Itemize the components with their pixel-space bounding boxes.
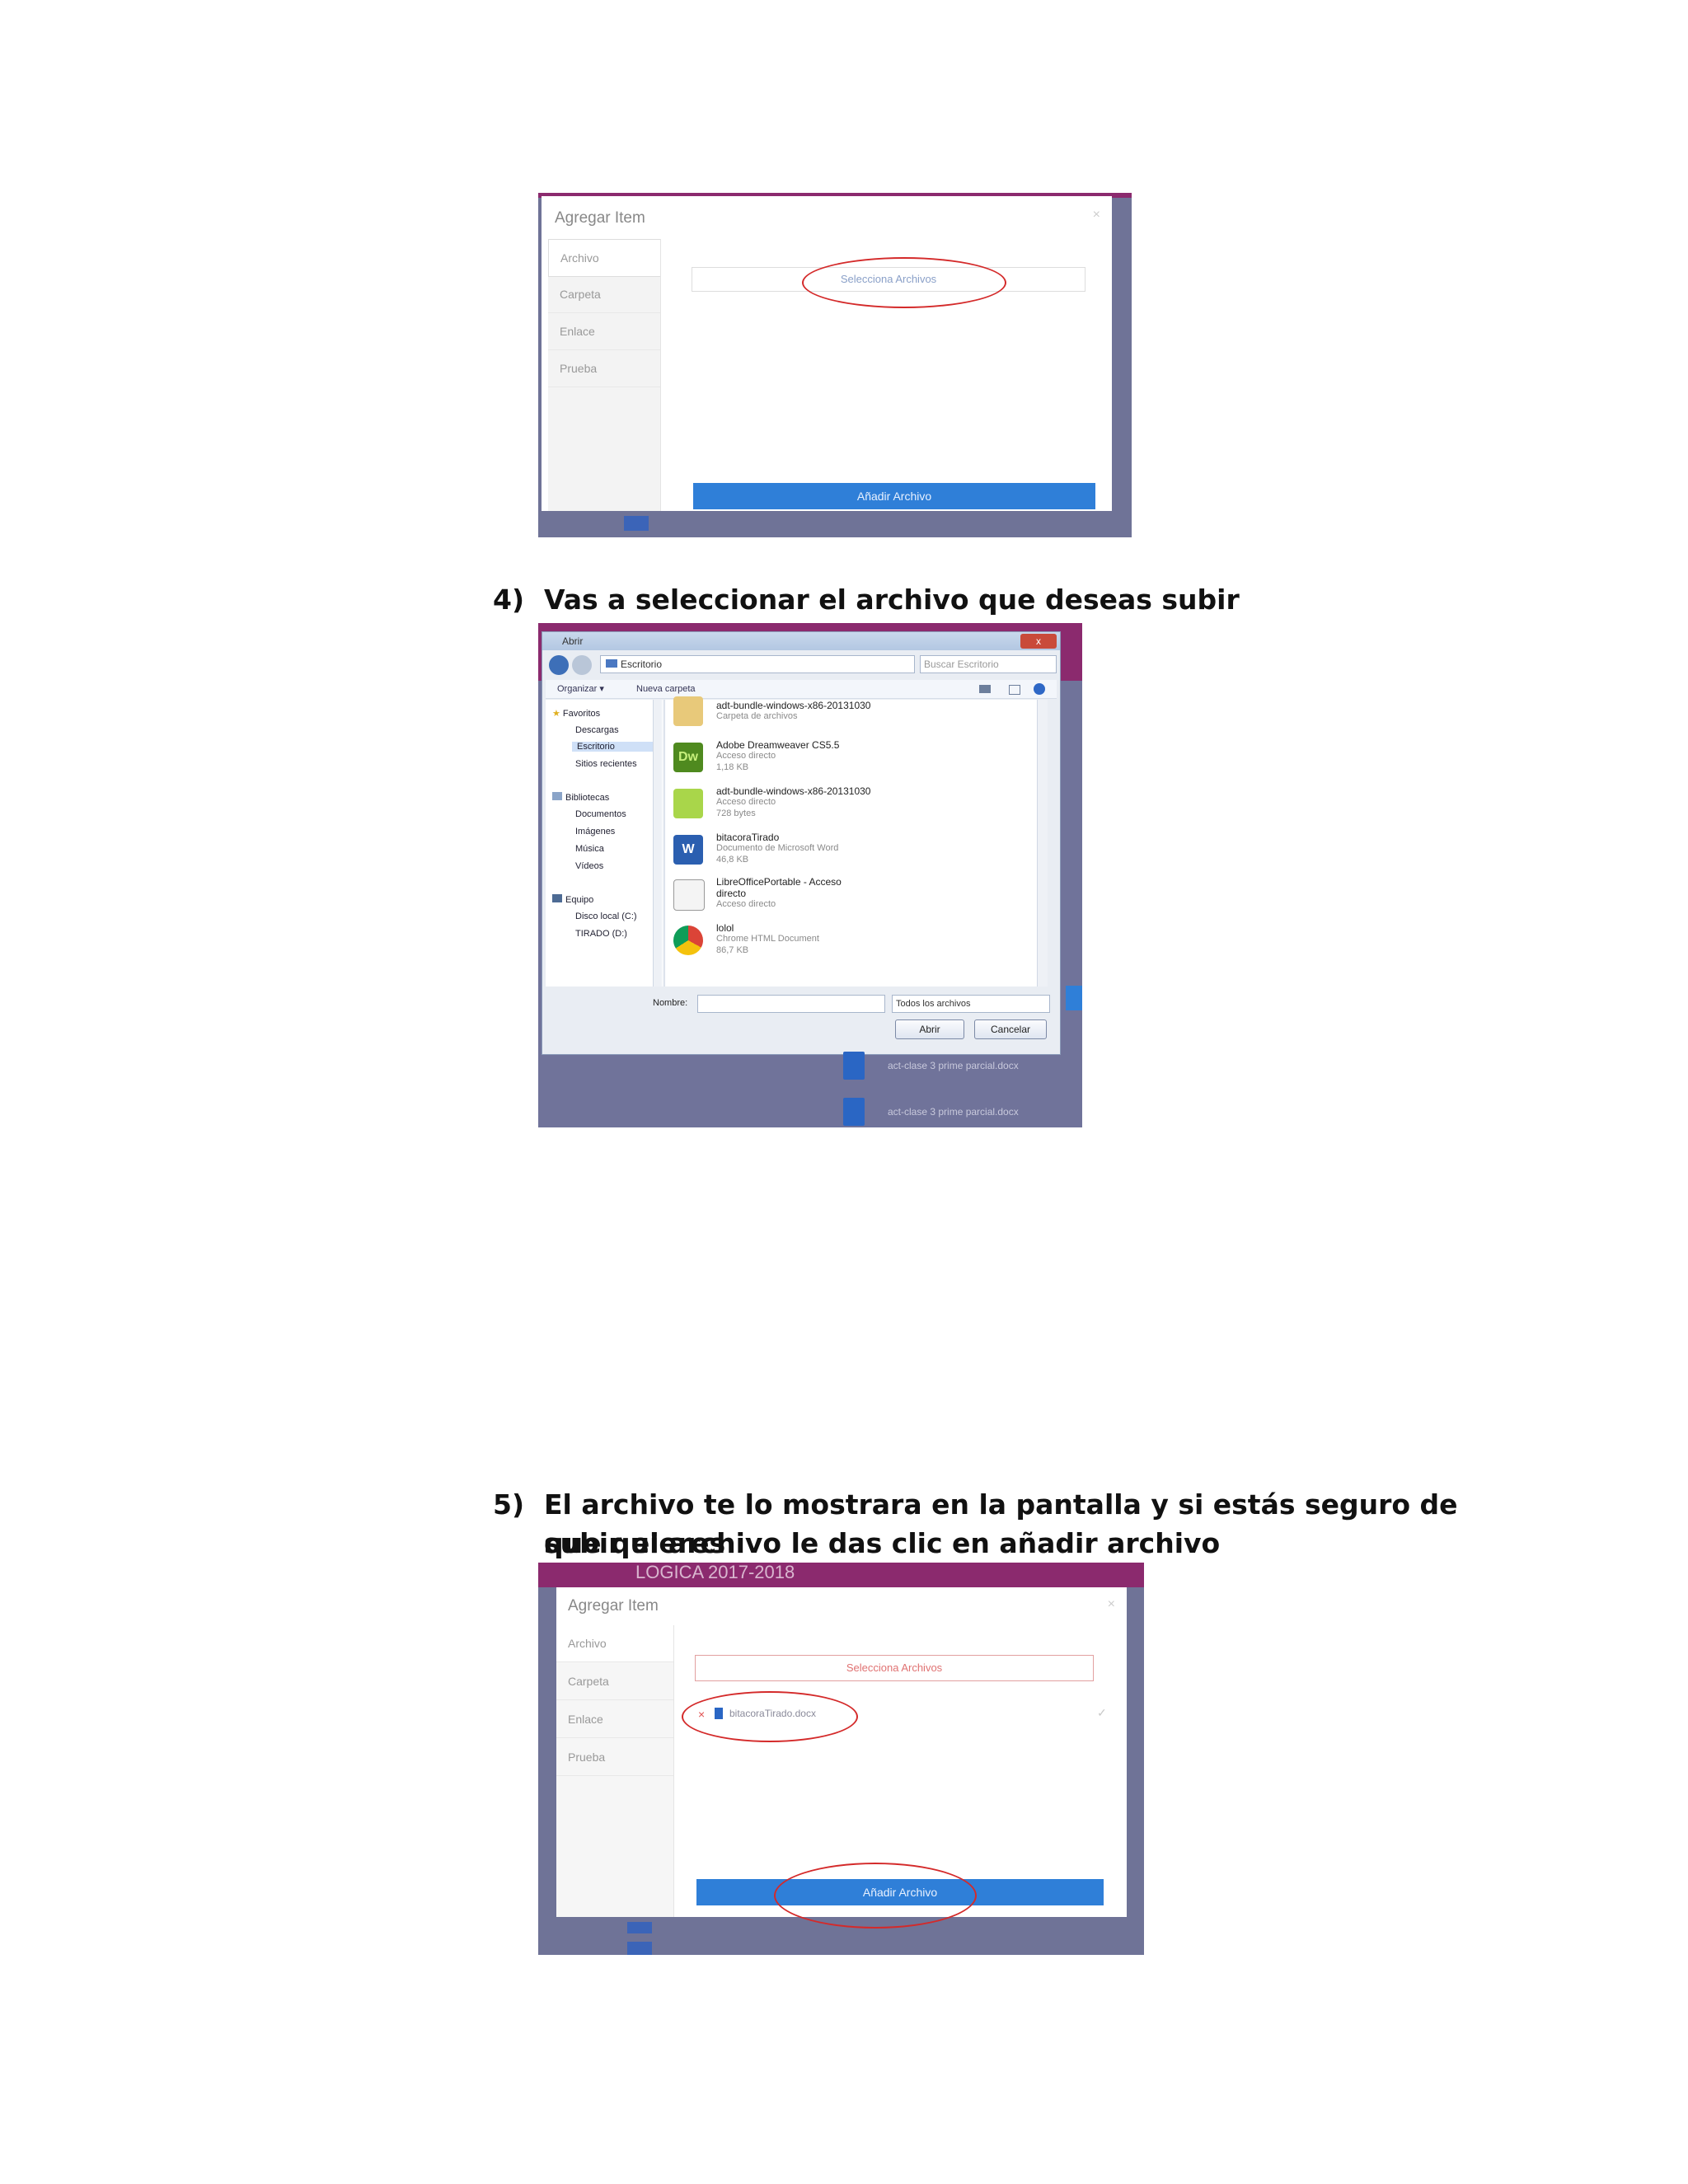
file-row[interactable]: lolol Chrome HTML Document 86,7 KB <box>673 922 1048 965</box>
filename-label: Nombre: <box>653 998 688 1008</box>
annotation-circle <box>682 1691 858 1742</box>
upload-ok-icon: ✓ <box>1097 1706 1107 1719</box>
nav-imagenes[interactable]: Imágenes <box>575 827 615 837</box>
nav-favorites[interactable]: ★ Favoritos <box>552 708 600 719</box>
modal-title: Agregar Item <box>555 209 645 227</box>
chrome-icon <box>673 926 703 955</box>
close-icon[interactable]: × <box>1093 208 1100 223</box>
background-tab <box>627 1922 652 1933</box>
file-row[interactable]: adt-bundle-windows-x86-20131030 Acceso d… <box>673 785 1048 828</box>
preview-icon[interactable] <box>1009 685 1020 695</box>
add-item-modal: Agregar Item × Archivo Carpeta Enlace Pr… <box>542 196 1112 511</box>
nav-videos[interactable]: Vídeos <box>575 861 603 871</box>
zip-folder-icon <box>673 696 703 726</box>
file-row[interactable]: W bitacoraTirado Documento de Microsoft … <box>673 832 1048 874</box>
tab-carpeta[interactable]: Carpeta <box>548 276 660 313</box>
modal-tabs: Archivo Carpeta Enlace Prueba <box>556 1625 674 1917</box>
file-row[interactable]: Dw Adobe Dreamweaver CS5.5 Acceso direct… <box>673 739 1048 782</box>
nav-tirado-drive[interactable]: TIRADO (D:) <box>575 929 627 939</box>
screenshot-open-dialog: Abrir x Escritorio Buscar Escritorio Org… <box>538 623 1082 1127</box>
tab-carpeta[interactable]: Carpeta <box>556 1663 673 1700</box>
nav-disco-local[interactable]: Disco local (C:) <box>575 912 637 921</box>
screenshot-file-selected-modal: LOGICA 2017-2018 Agregar Item × Archivo … <box>538 1563 1144 1955</box>
close-icon[interactable]: × <box>1108 1597 1115 1612</box>
dialog-toolbar: Organizar ▾ Nueva carpeta <box>546 680 1057 699</box>
navigation-pane: ★ Favoritos Descargas Escritorio Sitios … <box>546 700 663 987</box>
background-button <box>1066 986 1082 1010</box>
open-file-dialog: Abrir x Escritorio Buscar Escritorio Org… <box>542 631 1061 1055</box>
tab-prueba[interactable]: Prueba <box>548 350 660 387</box>
word-document-icon: W <box>673 835 703 865</box>
android-shortcut-icon <box>673 789 703 818</box>
document-page: { "screenshot_1": { "modal_title": "Agre… <box>0 0 1688 2184</box>
back-icon[interactable] <box>549 655 569 675</box>
file-list-scrollbar[interactable] <box>1037 700 1048 987</box>
tab-archivo[interactable]: Archivo <box>548 239 660 277</box>
nav-documentos[interactable]: Documentos <box>575 809 626 819</box>
tab-enlace[interactable]: Enlace <box>556 1701 673 1738</box>
modal-tabs: Archivo Carpeta Enlace Prueba <box>548 239 661 511</box>
nav-musica[interactable]: Música <box>575 844 604 854</box>
tab-enlace[interactable]: Enlace <box>548 313 660 350</box>
background-doc-icon <box>843 1098 865 1126</box>
dreamweaver-icon: Dw <box>673 743 703 772</box>
document-shortcut-icon <box>673 879 705 911</box>
star-icon: ★ <box>552 709 563 719</box>
search-input[interactable]: Buscar Escritorio <box>920 655 1057 673</box>
open-button[interactable]: Abrir <box>895 1019 964 1039</box>
nav-scrollbar[interactable] <box>653 700 662 987</box>
library-icon <box>552 792 562 800</box>
computer-icon <box>552 894 562 902</box>
tab-prueba[interactable]: Prueba <box>556 1739 673 1776</box>
help-icon[interactable] <box>1034 683 1045 695</box>
filename-input[interactable] <box>697 995 885 1013</box>
file-row[interactable]: adt-bundle-windows-x86-20131030 Carpeta … <box>673 696 1048 743</box>
nav-descargas[interactable]: Descargas <box>575 725 619 735</box>
screenshot-add-item-modal: Agregar Item × Archivo Carpeta Enlace Pr… <box>538 193 1132 537</box>
forward-icon[interactable] <box>572 655 592 675</box>
background-tab <box>627 1942 652 1955</box>
organize-button[interactable]: Organizar ▾ <box>557 680 604 698</box>
step-text-line-2: subir el archivo le das clic en añadir a… <box>544 1527 1221 1559</box>
course-header: LOGICA 2017-2018 <box>538 1563 1144 1587</box>
annotation-circle <box>802 257 1006 308</box>
nav-bibliotecas[interactable]: Bibliotecas <box>552 792 609 803</box>
select-files-button[interactable]: Selecciona Archivos <box>695 1655 1094 1681</box>
address-text: Escritorio <box>621 658 663 670</box>
step-number: 4) <box>493 583 525 616</box>
file-type-select[interactable]: Todos los archivos <box>892 995 1050 1013</box>
modal-title: Agregar Item <box>568 1597 659 1615</box>
background-file-row: act-clase 3 prime parcial.docx <box>888 1060 1019 1071</box>
new-folder-button[interactable]: Nueva carpeta <box>636 680 696 698</box>
nav-escritorio[interactable]: Escritorio <box>572 742 659 752</box>
file-row[interactable]: LibreOfficePortable - Acceso directo Acc… <box>673 876 1048 919</box>
nav-equipo[interactable]: Equipo <box>552 894 593 905</box>
annotation-circle <box>774 1863 977 1929</box>
add-file-button[interactable]: Añadir Archivo <box>693 483 1095 509</box>
nav-sitios-recientes[interactable]: Sitios recientes <box>575 759 637 769</box>
tab-archivo[interactable]: Archivo <box>556 1625 673 1662</box>
address-bar[interactable]: Escritorio <box>600 655 915 673</box>
cancel-button[interactable]: Cancelar <box>974 1019 1047 1039</box>
file-list: adt-bundle-windows-x86-20131030 Carpeta … <box>664 696 1048 987</box>
background-file-row: act-clase 3 prime parcial.docx <box>888 1106 1019 1118</box>
folder-icon <box>606 659 617 668</box>
view-icon[interactable] <box>979 685 991 693</box>
add-item-modal: Agregar Item × Archivo Carpeta Enlace Pr… <box>556 1587 1127 1929</box>
background-tab <box>624 516 649 531</box>
background-doc-icon <box>843 1052 865 1080</box>
course-title: LOGICA 2017-2018 <box>635 1563 795 1582</box>
dialog-title: Abrir <box>542 632 1060 650</box>
step-number: 5) <box>493 1488 525 1521</box>
dialog-close-button[interactable]: x <box>1020 634 1057 649</box>
step-text: Vas a seleccionar el archivo que deseas … <box>544 583 1240 616</box>
